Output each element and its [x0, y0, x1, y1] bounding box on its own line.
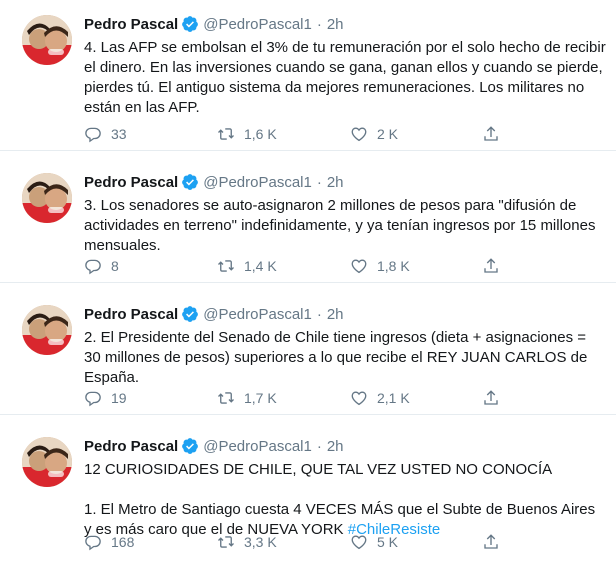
verified-badge-icon — [181, 437, 199, 455]
reply-count: 168 — [111, 534, 135, 550]
author-name[interactable]: Pedro Pascal — [84, 438, 178, 455]
reply-icon — [85, 391, 101, 407]
author-handle[interactable]: @PedroPascal1 — [203, 306, 312, 323]
verified-badge-icon — [181, 173, 199, 191]
reply-button[interactable]: 19 — [84, 389, 127, 407]
reply-button[interactable]: 8 — [84, 257, 119, 275]
retweet-button[interactable]: 1,7 K — [217, 389, 277, 407]
author-name[interactable]: Pedro Pascal — [84, 16, 178, 33]
tweet[interactable]: Pedro Pascal @PedroPascal1 · 2h 3. Los s… — [0, 151, 616, 283]
share-icon — [484, 534, 498, 549]
tweet[interactable]: Pedro Pascal @PedroPascal1 · 2h 2. El Pr… — [0, 283, 616, 415]
reply-count: 33 — [111, 126, 127, 142]
author-handle[interactable]: @PedroPascal1 — [203, 438, 312, 455]
verified-badge-icon — [181, 305, 199, 323]
like-icon — [351, 127, 367, 142]
separator-dot: · — [316, 437, 322, 455]
timestamp[interactable]: 2h — [327, 174, 344, 191]
separator-dot: · — [316, 305, 322, 323]
reply-count: 8 — [111, 258, 119, 274]
retweet-count: 1,6 K — [244, 126, 277, 142]
retweet-icon — [218, 536, 234, 548]
tweet-header: Pedro Pascal @PedroPascal1 · 2h — [84, 171, 344, 193]
like-button[interactable]: 2,1 K — [350, 389, 410, 407]
tweet-text: 12 CURIOSIDADES DE CHILE, QUE TAL VEZ US… — [84, 460, 606, 540]
share-button[interactable] — [482, 389, 500, 407]
share-icon — [484, 390, 498, 405]
timestamp[interactable]: 2h — [327, 438, 344, 455]
like-button[interactable]: 2 K — [350, 125, 398, 143]
tweet-text: 4. Las AFP se embolsan el 3% de tu remun… — [84, 39, 610, 116]
tweet-header: Pedro Pascal @PedroPascal1 · 2h — [84, 435, 344, 457]
like-button[interactable]: 1,8 K — [350, 257, 410, 275]
avatar[interactable] — [22, 173, 72, 223]
tweet-text-heading: 12 CURIOSIDADES DE CHILE, QUE TAL VEZ US… — [84, 461, 553, 478]
like-icon — [351, 391, 367, 406]
like-button[interactable]: 5 K — [350, 533, 398, 551]
retweet-icon — [218, 128, 234, 140]
separator-dot: · — [316, 173, 322, 191]
like-count: 1,8 K — [377, 258, 410, 274]
retweet-count: 1,4 K — [244, 258, 277, 274]
like-icon — [351, 259, 367, 274]
author-handle[interactable]: @PedroPascal1 — [203, 174, 312, 191]
author-name[interactable]: Pedro Pascal — [84, 306, 178, 323]
tweet-timeline: Pedro Pascal @PedroPascal1 · 2h 4. Las A… — [0, 0, 616, 571]
reply-icon — [85, 127, 101, 143]
reply-button[interactable]: 168 — [84, 533, 134, 551]
share-icon — [484, 258, 498, 273]
tweet-actions: 168 3,3 K 5 K — [84, 533, 534, 555]
author-name[interactable]: Pedro Pascal — [84, 174, 178, 191]
reply-icon — [85, 535, 101, 551]
reply-count: 19 — [111, 390, 127, 406]
retweet-icon — [218, 392, 234, 404]
retweet-button[interactable]: 1,4 K — [217, 257, 277, 275]
separator-dot: · — [316, 15, 322, 33]
reply-icon — [85, 259, 101, 275]
tweet-header: Pedro Pascal @PedroPascal1 · 2h — [84, 13, 344, 35]
tweet[interactable]: Pedro Pascal @PedroPascal1 · 2h 4. Las A… — [0, 0, 616, 151]
tweet-text: 3. Los senadores se auto-asignaron 2 mil… — [84, 197, 600, 254]
tweet-actions: 19 1,7 K 2,1 K — [84, 389, 534, 411]
like-count: 2,1 K — [377, 390, 410, 406]
retweet-button[interactable]: 3,3 K — [217, 533, 277, 551]
timestamp[interactable]: 2h — [327, 16, 344, 33]
tweet[interactable]: Pedro Pascal @PedroPascal1 · 2h 12 CURIO… — [0, 415, 616, 571]
share-button[interactable] — [482, 257, 500, 275]
retweet-count: 3,3 K — [244, 534, 277, 550]
reply-button[interactable]: 33 — [84, 125, 127, 143]
verified-badge-icon — [181, 15, 199, 33]
share-button[interactable] — [482, 125, 500, 143]
retweet-button[interactable]: 1,6 K — [217, 125, 277, 143]
retweet-count: 1,7 K — [244, 390, 277, 406]
tweet-text: 2. El Presidente del Senado de Chile tie… — [84, 329, 592, 386]
like-count: 5 K — [377, 534, 399, 550]
share-button[interactable] — [482, 533, 500, 551]
like-count: 2 K — [377, 126, 399, 142]
share-icon — [484, 126, 498, 141]
author-handle[interactable]: @PedroPascal1 — [203, 16, 312, 33]
tweet-actions: 33 1,6 K 2 K — [84, 125, 534, 147]
tweet-header: Pedro Pascal @PedroPascal1 · 2h — [84, 303, 344, 325]
timestamp[interactable]: 2h — [327, 306, 344, 323]
avatar[interactable] — [22, 305, 72, 355]
retweet-icon — [218, 260, 234, 272]
tweet-actions: 8 1,4 K 1,8 K — [84, 257, 534, 279]
like-icon — [351, 535, 367, 550]
avatar[interactable] — [22, 15, 72, 65]
avatar[interactable] — [22, 437, 72, 487]
